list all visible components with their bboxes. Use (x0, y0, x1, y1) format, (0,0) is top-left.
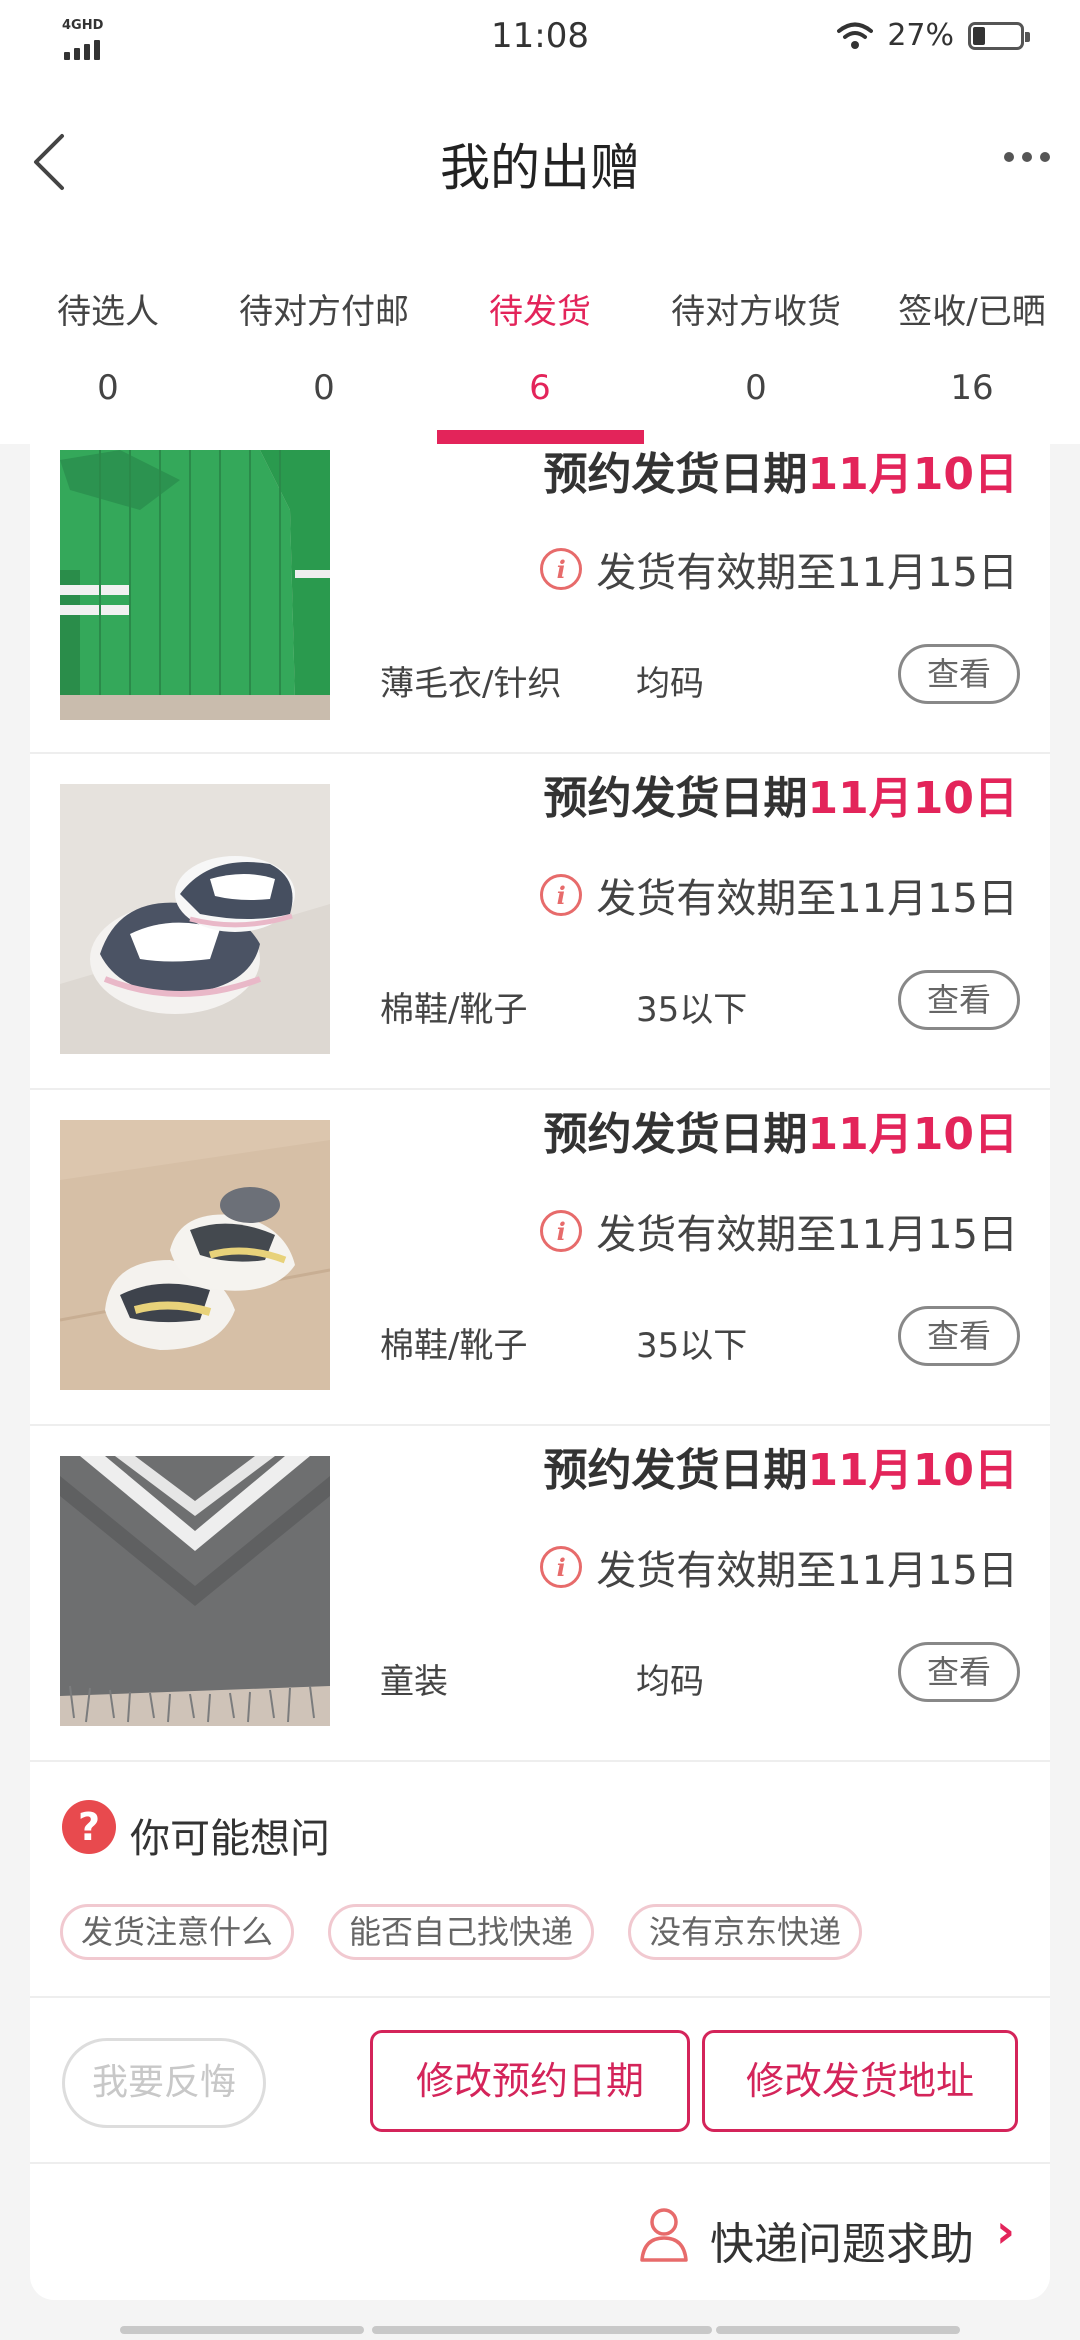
tab-count: 16 (950, 368, 994, 408)
status-tabs: 待选人 0 待对方付邮 0 待发货 6 待对方收货 0 签收/已晒 16 (0, 234, 1080, 444)
info-icon: i (540, 1546, 583, 1588)
info-icon: i (540, 874, 583, 916)
nav-gesture-bar (716, 2326, 960, 2334)
item-size: 均码 (636, 664, 704, 704)
regret-button[interactable]: 我要反悔 (62, 2038, 266, 2128)
schedule-date: 11月10日 (807, 773, 1018, 824)
item-size: 均码 (636, 1662, 704, 1702)
item-category: 童装 (380, 1662, 448, 1702)
faq-title: 你可能想问 (130, 1816, 330, 1862)
tab-label: 待对方收货 (671, 292, 841, 332)
faq-chip[interactable]: 发货注意什么 (60, 1904, 295, 1960)
tab-pending-shipment[interactable]: 待发货 6 (436, 234, 644, 444)
info-icon: i (540, 548, 583, 590)
battery-icon (968, 21, 1030, 50)
item-category: 棉鞋/靴子 (380, 1326, 528, 1366)
deadline-text: 发货有效期至11月15日 (596, 1548, 1018, 1594)
battery-percent: 27% (887, 18, 954, 53)
item-photo[interactable] (60, 784, 330, 1054)
tab-count: 6 (529, 368, 551, 408)
view-button[interactable]: 查看 (898, 1306, 1020, 1366)
ship-deadline: i 发货有效期至11月15日 (540, 1202, 1018, 1260)
courier-help-label: 快递问题求助 (710, 2219, 974, 2270)
tab-received-shared[interactable]: 签收/已晒 16 (869, 234, 1076, 444)
deadline-text: 发货有效期至11月15日 (596, 1212, 1018, 1258)
tab-label: 待对方付邮 (239, 292, 409, 332)
item-photo[interactable] (60, 1456, 330, 1726)
poncho-image (60, 1456, 330, 1726)
item-photo[interactable] (60, 1120, 330, 1390)
tab-count: 0 (97, 368, 119, 408)
scheduled-ship-date: 预约发货日期11月10日 (544, 444, 1018, 502)
list-item[interactable]: 预约发货日期11月10日 i 发货有效期至11月15日 棉鞋/靴子 35以下 查… (30, 1090, 1050, 1426)
nav-gesture-bar (120, 2326, 364, 2334)
tab-label: 签收/已晒 (898, 292, 1046, 332)
nav-gesture-bar (372, 2326, 712, 2334)
question-icon: ? (62, 1800, 116, 1854)
faq-section: ? 你可能想问 发货注意什么 能否自己找快递 没有京东快递 (30, 1762, 1050, 1998)
ship-deadline: i 发货有效期至11月15日 (540, 540, 1018, 598)
tab-label: 待选人 (57, 292, 159, 332)
faq-chip[interactable]: 能否自己找快递 (328, 1904, 595, 1960)
tab-count: 0 (313, 368, 335, 408)
ship-deadline: i 发货有效期至11月15日 (540, 866, 1018, 924)
more-options-button[interactable] (1004, 152, 1050, 162)
header: 我的出赠 (0, 84, 1080, 234)
chevron-right-icon: › (996, 2204, 1015, 2258)
page-title: 我的出赠 (440, 139, 640, 197)
action-bar: 我要反悔 修改预约日期 修改发货地址 (30, 1998, 1050, 2164)
active-tab-indicator (436, 430, 644, 444)
person-icon (640, 2208, 688, 2262)
courier-help-link[interactable]: 快递问题求助 › (30, 2164, 1050, 2300)
schedule-date: 11月10日 (807, 1445, 1018, 1496)
schedule-label: 预约发货日期 (543, 449, 808, 500)
item-category: 薄毛衣/针织 (380, 664, 562, 704)
info-icon: i (540, 1210, 583, 1252)
faq-chip[interactable]: 没有京东快递 (628, 1904, 863, 1960)
ship-deadline: i 发货有效期至11月15日 (540, 1538, 1018, 1596)
item-size: 35以下 (636, 1326, 748, 1366)
scheduled-ship-date: 预约发货日期11月10日 (544, 1098, 1018, 1162)
sneakers-image (60, 784, 330, 1054)
schedule-label: 预约发货日期 (543, 1109, 808, 1160)
tab-label: 待发货 (489, 292, 591, 332)
view-button[interactable]: 查看 (898, 970, 1020, 1030)
schedule-date: 11月10日 (807, 449, 1018, 500)
list-item[interactable]: 预约发货日期11月10日 i 发货有效期至11月15日 棉鞋/靴子 35以下 查… (30, 754, 1050, 1090)
tab-count: 0 (745, 368, 767, 408)
tab-pending-receipt[interactable]: 待对方收货 0 (653, 234, 860, 444)
green-sweater-image (60, 450, 330, 720)
item-photo[interactable] (60, 450, 330, 720)
change-date-button[interactable]: 修改预约日期 (370, 2030, 690, 2132)
tab-pending-selection[interactable]: 待选人 0 (5, 234, 212, 444)
tab-pending-postage[interactable]: 待对方付邮 0 (221, 234, 428, 444)
deadline-text: 发货有效期至11月15日 (596, 550, 1018, 596)
schedule-label: 预约发货日期 (543, 1445, 808, 1496)
wifi-icon (837, 22, 874, 49)
sneakers-image (60, 1120, 330, 1390)
deadline-text: 发货有效期至11月15日 (596, 876, 1018, 922)
status-bar: 4GHD 11:08 27% (0, 0, 1080, 84)
schedule-label: 预约发货日期 (543, 773, 808, 824)
item-category: 棉鞋/靴子 (380, 990, 528, 1030)
view-button[interactable]: 查看 (898, 644, 1020, 704)
faq-chips: 发货注意什么 能否自己找快递 没有京东快递 (60, 1904, 863, 1960)
schedule-date: 11月10日 (807, 1109, 1018, 1160)
view-button[interactable]: 查看 (898, 1642, 1020, 1702)
list-item[interactable]: 预约发货日期11月10日 i 发货有效期至11月15日 薄毛衣/针织 均码 查看 (30, 444, 1050, 754)
change-address-button[interactable]: 修改发货地址 (702, 2030, 1018, 2132)
scheduled-ship-date: 预约发货日期11月10日 (544, 762, 1018, 826)
item-size: 35以下 (636, 990, 748, 1030)
scheduled-ship-date: 预约发货日期11月10日 (544, 1434, 1018, 1498)
list-item[interactable]: 预约发货日期11月10日 i 发货有效期至11月15日 童装 均码 查看 (30, 1426, 1050, 1762)
donation-list: 预约发货日期11月10日 i 发货有效期至11月15日 薄毛衣/针织 均码 查看 (30, 444, 1050, 2300)
